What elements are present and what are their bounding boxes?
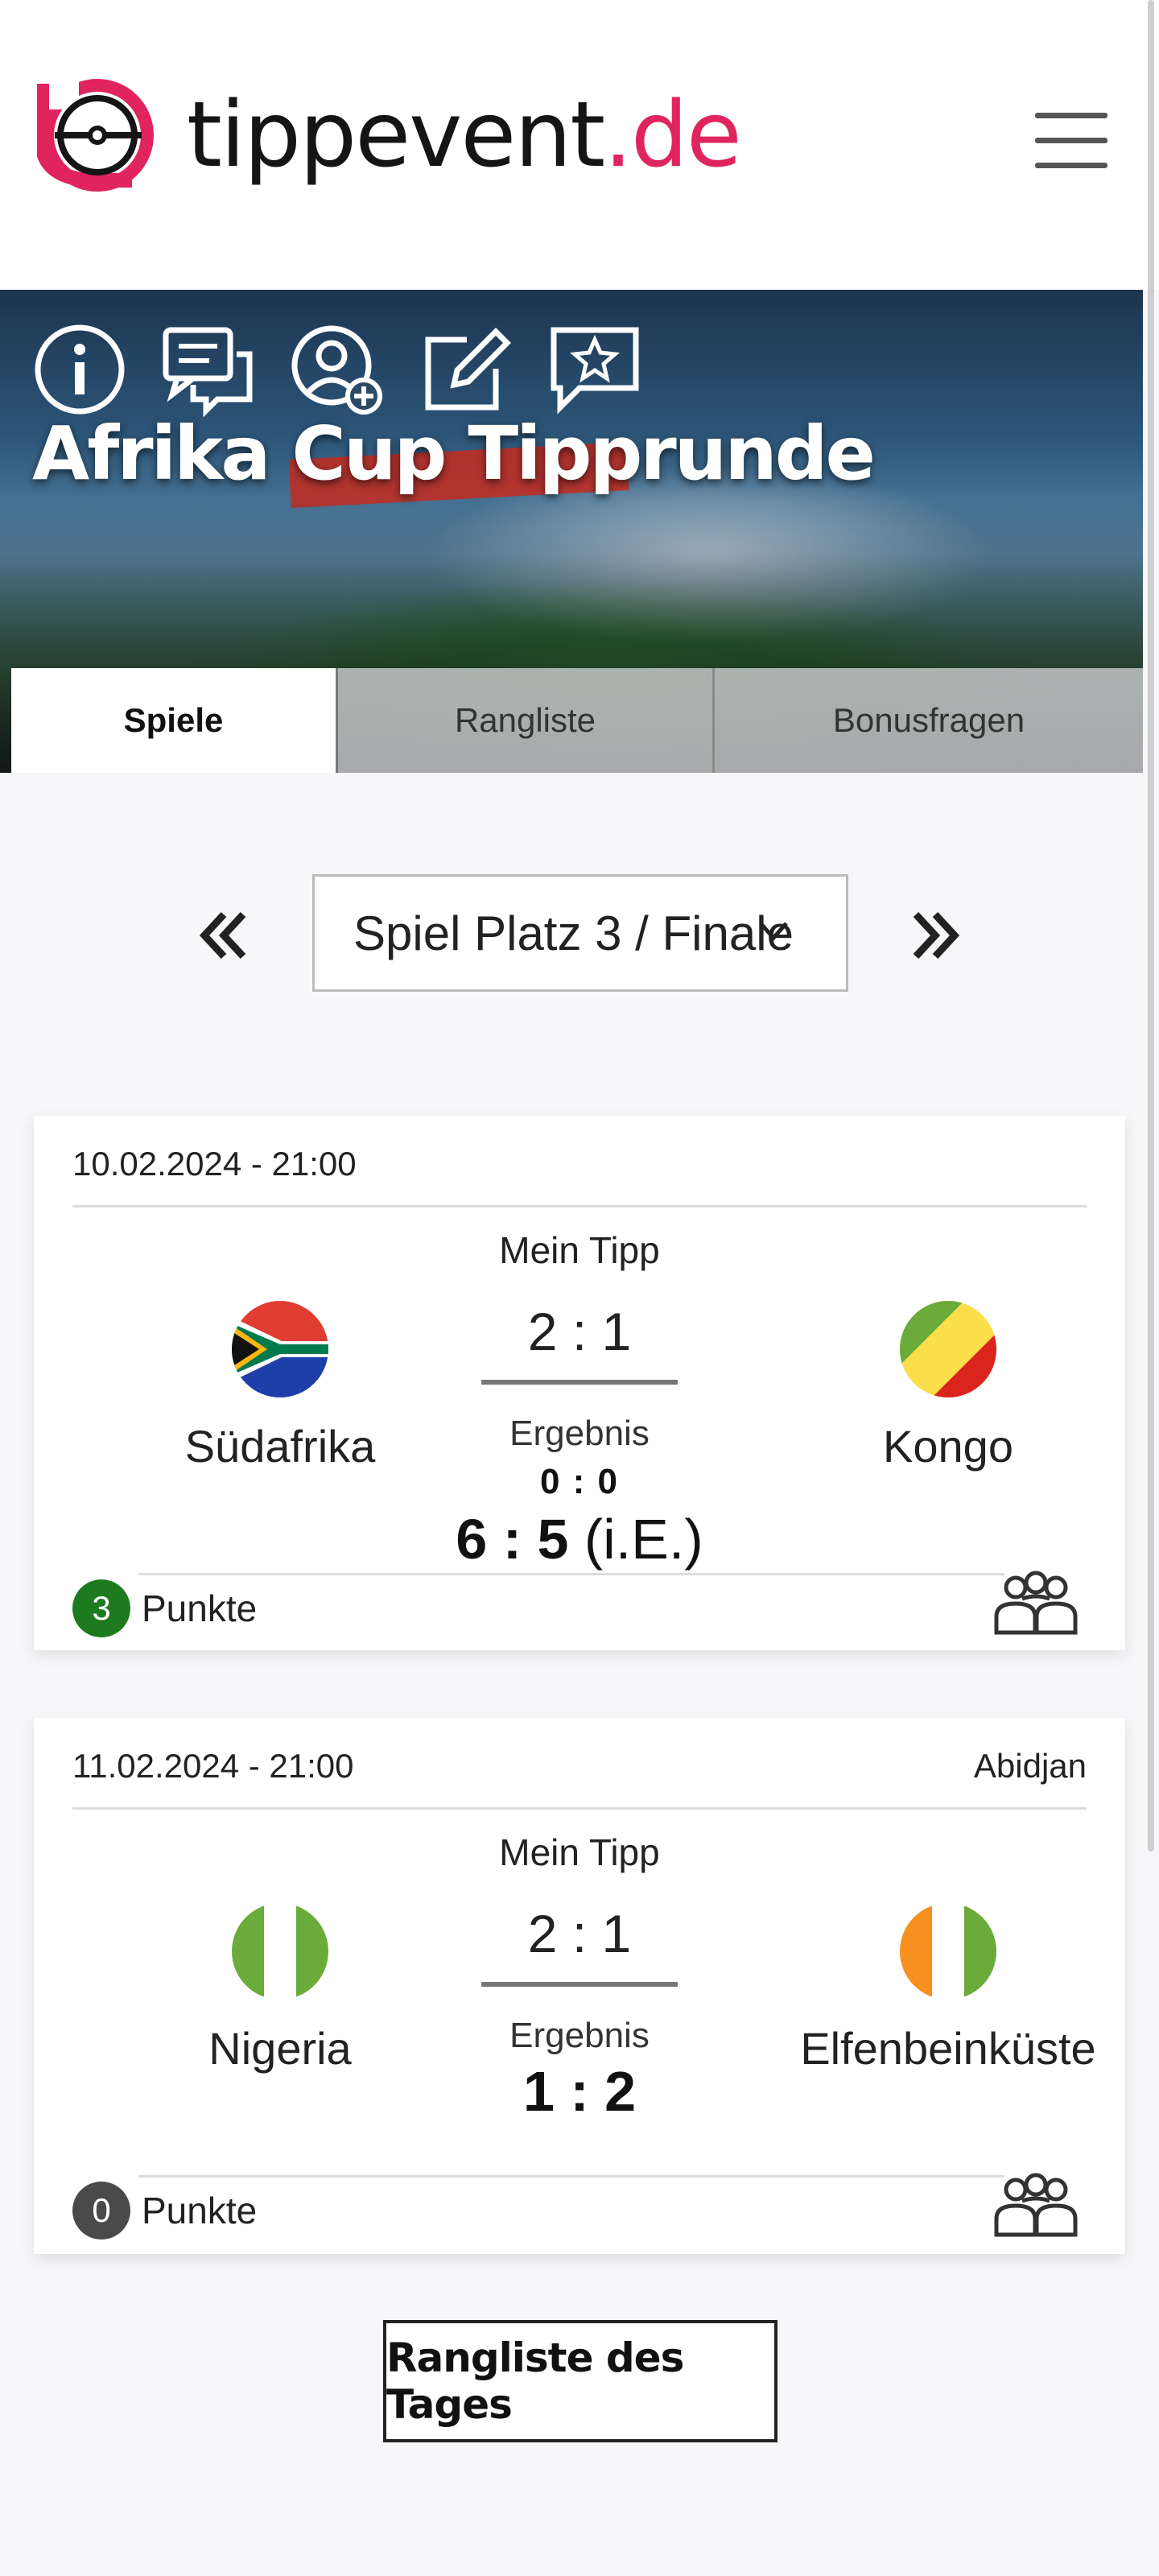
my-tip-score[interactable]: 2 : 1 (481, 1903, 678, 1987)
chat-icon[interactable] (161, 322, 256, 418)
round-navigation: Spiel Platz 3 / Finale (0, 874, 1159, 992)
round-select[interactable]: Spiel Platz 3 / Finale (312, 874, 848, 992)
match-venue: Abidjan (973, 1747, 1087, 1785)
page-title: Afrika Cup Tipprunde (32, 411, 876, 497)
points: 3 Punkte (72, 1579, 257, 1637)
match-datetime: 10.02.2024 - 21:00 (72, 1145, 357, 1183)
site-header: tippevent.de (0, 0, 1159, 290)
chevron-down-icon (759, 922, 788, 941)
double-chevron-right-icon[interactable] (903, 903, 967, 968)
tab-spiele[interactable]: Spiele (11, 668, 338, 773)
double-chevron-left-icon[interactable] (192, 903, 256, 968)
final-score: 1 : 2 (522, 2060, 637, 2123)
tab-rangliste[interactable]: Rangliste (338, 668, 715, 773)
add-user-icon[interactable] (290, 322, 385, 417)
final-score: 6 : 5 (i.E.) (456, 1508, 703, 1571)
divider (138, 1573, 1004, 1575)
points: 0 Punkte (72, 2182, 257, 2240)
day-ranking-button[interactable]: Rangliste des Tages (383, 2320, 777, 2442)
logo-mark-icon (37, 77, 154, 192)
points-badge: 3 (72, 1579, 130, 1637)
result-label: Ergebnis (509, 2016, 650, 2055)
points-badge: 0 (72, 2182, 130, 2240)
round-select-value: Spiel Platz 3 / Finale (353, 906, 794, 960)
hamburger-menu-icon[interactable] (1035, 113, 1107, 169)
result-label: Ergebnis (509, 1414, 650, 1453)
my-tip-score[interactable]: 2 : 1 (481, 1301, 678, 1385)
group-tips-icon[interactable] (992, 1570, 1080, 1636)
edit-icon[interactable] (419, 322, 514, 417)
match-datetime: 11.02.2024 - 21:00 (72, 1747, 354, 1785)
points-label: Punkte (142, 1587, 258, 1629)
scrollbar[interactable] (1148, 0, 1154, 1852)
tab-bar: Spiele Rangliste Bonusfragen (11, 668, 1143, 773)
tab-bonusfragen[interactable]: Bonusfragen (715, 668, 1143, 773)
logo[interactable]: tippevent.de (37, 77, 742, 193)
match-card[interactable]: 11.02.2024 - 21:00 Abidjan Mein Tipp Nig… (34, 1718, 1125, 2254)
ivory-coast-flag-icon (900, 1903, 996, 2000)
regular-time-score: 0 : 0 (539, 1462, 620, 1501)
star-message-icon[interactable] (547, 322, 642, 417)
points-label: Punkte (142, 2190, 258, 2231)
congo-flag-icon (900, 1301, 996, 1397)
match-card[interactable]: 10.02.2024 - 21:00 Mein Tipp Südafrika 2… (34, 1116, 1125, 1650)
info-icon[interactable] (32, 322, 127, 417)
my-tip-label: Mein Tipp (499, 1831, 660, 1873)
my-tip-label: Mein Tipp (499, 1229, 660, 1271)
penalty-suffix: (i.E.) (584, 1508, 703, 1571)
divider (138, 2175, 1004, 2178)
nigeria-flag-icon (232, 1903, 328, 2000)
south-africa-flag-icon (232, 1301, 328, 1397)
logo-text: tippevent.de (187, 83, 742, 188)
group-tips-icon[interactable] (992, 2172, 1080, 2238)
